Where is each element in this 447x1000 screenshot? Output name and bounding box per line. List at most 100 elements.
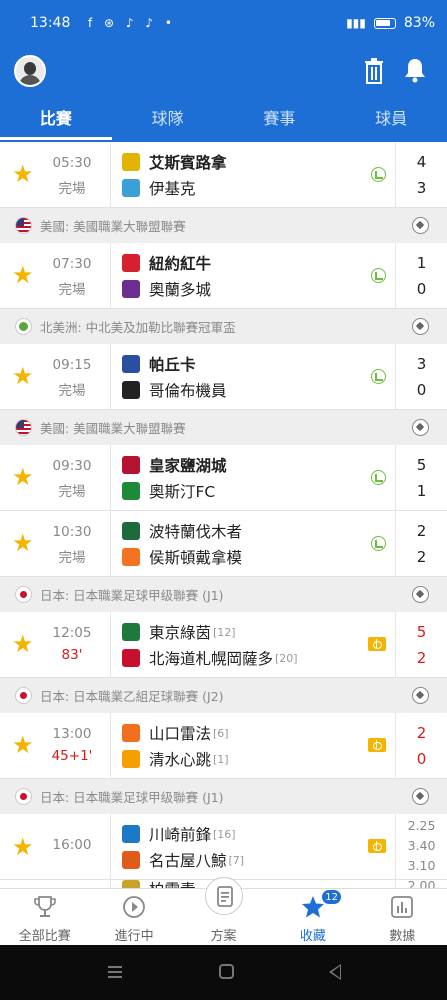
away-score: 2 [416,649,427,667]
trash-icon[interactable] [362,58,386,84]
tab-competitions[interactable]: 賽事 [224,102,336,142]
match-minute: 45+1' [51,748,93,764]
favorite-star-icon[interactable]: ★ [12,362,34,390]
team-logo-icon [122,355,140,373]
jp-flag-icon [15,586,32,603]
home-score: 4 [416,153,427,171]
back-icon[interactable] [329,964,341,980]
nav-data[interactable]: 數據 [358,889,447,945]
us-flag-icon [15,419,32,436]
match-time: 07:30 [52,256,92,272]
live-field-icon[interactable] [368,839,386,853]
globe-icon [15,318,32,335]
league-header[interactable]: 日本: 日本職業乙組足球聯賽 (J2) [0,678,447,713]
away-team: 名古屋八鯨 [7] [122,849,244,871]
league-header[interactable]: 日本: 日本職業足球甲级聯賽 (J1) [0,577,447,612]
home-score: 5 [416,623,427,641]
league-header[interactable]: 日本: 日本職業足球甲级聯賽 (J1) [0,779,447,814]
match-row[interactable]: ★ 09:30 完場 皇家鹽湖城 奧斯汀FC 5 1 [0,445,447,511]
team-logo-icon [122,724,140,742]
league-header[interactable]: 北美洲: 中北美及加勒比聯賽冠軍盃 [0,309,447,344]
match-row[interactable]: ★ 09:15 完場 帕丘卡 哥倫布機員 3 0 [0,344,447,410]
app-header: 13:48 f ⊛ ♪ ♪ • ▮▮▮ 83% 比賽 球隊 賽事 球員 [0,0,447,142]
home-score: 2 [416,522,427,540]
match-row[interactable]: ★ 16:00 川崎前鋒 [16] 名古屋八鯨 [7] 2.25 3.40 3.… [0,814,447,880]
home-team-name: 紐約紅牛 [149,255,212,273]
home-team-name: 山口雷法 [149,725,212,743]
home-icon[interactable] [219,964,234,979]
favorite-star-icon[interactable]: ★ [12,833,34,861]
battery-icon [373,17,396,29]
avatar[interactable] [14,55,46,87]
match-status: 完場 [58,181,86,197]
nav-label: 進行中 [114,929,154,944]
team-logo-icon [122,880,140,888]
match-row[interactable]: ★ 10:30 完場 波特蘭伐木者 侯斯頓戴拿模 2 2 [0,511,447,577]
system-nav-bar [0,945,447,1000]
match-row[interactable]: ★ 05:30 完場 艾斯賓路拿 伊基克 4 3 [0,142,447,208]
nav-all-matches[interactable]: 全部比賽 [0,889,89,945]
favorite-star-icon[interactable]: ★ [12,463,34,491]
favorite-star-icon[interactable]: ★ [12,261,34,289]
divider [395,243,396,309]
match-row[interactable]: ★ 13:00 45+1' 山口雷法 [6] 清水心跳 [1] 2 0 [0,713,447,779]
home-score: 5 [416,456,427,474]
bell-icon[interactable] [403,57,427,83]
favorite-star-icon[interactable]: ★ [12,630,34,658]
match-row[interactable]: ★ 07:30 完場 紐約紅牛 奧蘭多城 1 0 [0,243,447,309]
nav-favorites[interactable]: 12 收藏 [268,889,357,945]
match-status: 完場 [58,282,86,298]
home-team-name: 艾斯賓路拿 [149,154,227,172]
divider [110,612,111,678]
recent-apps-icon[interactable] [108,966,122,978]
stats-icon[interactable] [371,268,386,283]
soccer-ball-icon [412,586,429,603]
favorite-star-icon[interactable]: ★ [12,529,34,557]
league-header[interactable]: 美國: 美國職業大聯盟聯賽 [0,208,447,243]
home-team-name: 柏雷素 [149,878,196,888]
away-score: 0 [416,280,427,298]
home-team: 東京綠茵 [12] [122,621,236,643]
live-field-icon[interactable] [368,738,386,752]
match-time: 09:15 [52,357,92,373]
team-logo-icon [122,649,140,667]
stats-icon[interactable] [371,470,386,485]
avatar-head [24,62,36,75]
tab-matches[interactable]: 比賽 [0,102,112,142]
team-rank: [12] [213,625,236,639]
team-logo-icon [122,482,140,500]
home-team-name: 東京綠茵 [149,624,212,642]
away-team-name: 北海道札幌岡薩多 [149,650,274,668]
live-field-icon[interactable] [368,637,386,651]
away-team: 奧蘭多城 [122,278,211,300]
match-time: 05:30 [52,155,92,171]
home-team: 皇家鹽湖城 [122,454,227,476]
tab-teams[interactable]: 球隊 [112,102,224,142]
nav-in-progress[interactable]: 進行中 [89,889,178,945]
divider [395,713,396,779]
team-rank: [20] [275,651,298,665]
bottom-nav: 全部比賽 進行中 方案 12 收藏 數據 [0,877,447,945]
divider [395,612,396,678]
favorite-star-icon[interactable]: ★ [12,731,34,759]
stats-icon[interactable] [371,369,386,384]
league-name: 北美洲: 中北美及加勒比聯賽冠軍盃 [40,320,236,335]
stats-icon[interactable] [371,167,386,182]
match-row[interactable]: ★ 12:05 83' 東京綠茵 [12] 北海道札幌岡薩多 [20] 5 2 [0,612,447,678]
nav-plans[interactable]: 方案 [179,877,268,945]
league-header[interactable]: 美國: 美國職業大聯盟聯賽 [0,410,447,445]
tab-players[interactable]: 球員 [335,102,447,142]
away-score: 0 [416,750,427,768]
league-name: 日本: 日本職業乙組足球聯賽 (J2) [40,689,224,704]
league-name: 日本: 日本職業足球甲级聯賽 (J1) [40,588,224,603]
favorite-star-icon[interactable]: ★ [12,160,34,188]
team-rank: [7] [228,853,245,867]
stats-icon[interactable] [371,536,386,551]
home-team-name: 川崎前鋒 [149,826,212,844]
bell-icon-svg [405,59,425,83]
team-logo-icon [122,381,140,399]
odds-draw: 3.40 [407,838,436,853]
odds-home: 2.25 [407,818,436,833]
home-score: 1 [416,254,427,272]
soccer-ball-icon [412,318,429,335]
